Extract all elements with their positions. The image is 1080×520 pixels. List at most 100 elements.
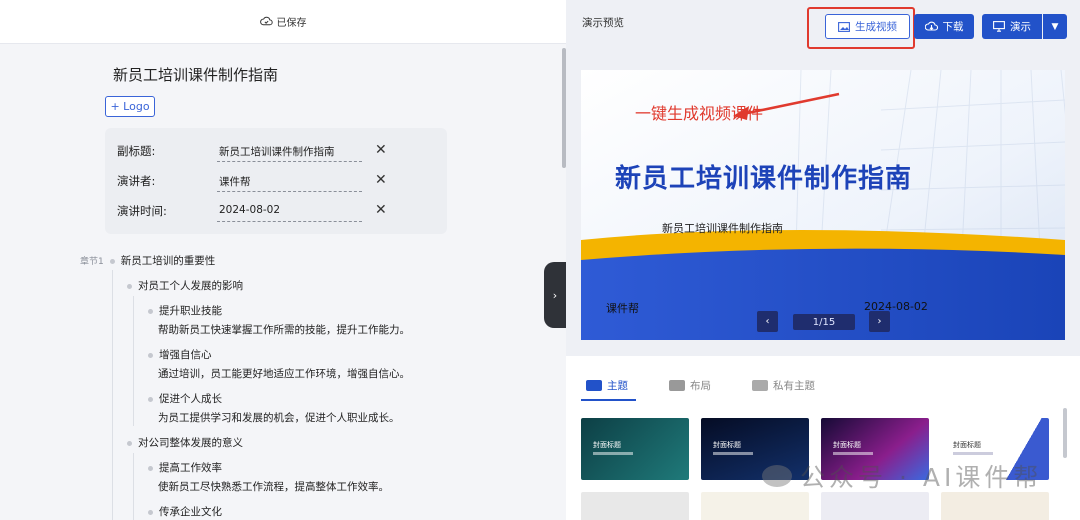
point-desc[interactable]: 使新员工尽快熟悉工作流程，提高整体工作效率。	[158, 479, 389, 494]
thumbnail-bar	[833, 452, 873, 455]
bullet-icon	[148, 352, 153, 358]
subtitle-label: 副标题:	[117, 144, 156, 158]
theme-scrollbar[interactable]	[1063, 408, 1067, 458]
image-icon	[838, 21, 850, 32]
next-slide-button[interactable]: ›	[869, 311, 890, 332]
tab-theme[interactable]: 主题	[586, 378, 628, 393]
point-item[interactable]: 提高工作效率	[148, 460, 222, 475]
chapter-label: 章节1	[80, 257, 104, 267]
tree-line	[112, 270, 113, 520]
add-logo-button[interactable]: + Logo	[105, 96, 155, 117]
presenter-field[interactable]: 课件帮	[217, 170, 362, 192]
arrow-icon	[733, 92, 840, 120]
point-desc[interactable]: 帮助新员工快速掌握工作所需的技能，提升工作能力。	[158, 322, 410, 337]
presentation-icon	[993, 21, 1005, 32]
active-tab-indicator	[581, 399, 636, 401]
thumbnail-bar	[953, 452, 993, 455]
cloud-download-icon	[924, 21, 938, 31]
point-item[interactable]: 促进个人成长	[148, 391, 222, 406]
private-theme-icon	[752, 380, 768, 391]
theme-thumbnail[interactable]	[581, 492, 689, 520]
collapse-panel-button[interactable]: ›	[544, 262, 566, 328]
point-title: 促进个人成长	[159, 393, 222, 405]
bullet-icon	[109, 258, 115, 264]
thumbnail-title: 封面标题	[833, 441, 861, 449]
slide-presenter: 课件帮	[606, 302, 639, 315]
slide-preview[interactable]: 一键生成视频课件 新员工培训课件制作指南 新员工培训课件制作指南 课件帮 202…	[581, 70, 1065, 340]
point-title: 传承企业文化	[159, 506, 222, 518]
tab-layout[interactable]: 布局	[669, 378, 711, 393]
chapter-title: 新员工培训的重要性	[120, 255, 216, 267]
preview-header: 演示预览 生成视频 下载 演示 ▼	[566, 0, 1080, 52]
slide-title: 新员工培训课件制作指南	[615, 164, 913, 194]
point-item[interactable]: 提升职业技能	[148, 303, 222, 318]
bullet-icon	[148, 396, 153, 402]
editor-panel: 已保存 新员工培训课件制作指南 + Logo 副标题: 新员工培训课件制作指南 …	[0, 0, 566, 520]
theme-thumbnail[interactable]	[821, 492, 929, 520]
thumbnail-bar	[713, 452, 753, 455]
point-desc[interactable]: 为员工提供学习和发展的机会，促进个人职业成长。	[158, 410, 400, 425]
watermark-text: 公众号 · AI课件帮	[800, 463, 1043, 492]
tree-line	[133, 296, 134, 426]
present-label: 演示	[1010, 21, 1031, 33]
tab-theme-label: 主题	[607, 380, 628, 392]
save-status-text: 已保存	[276, 18, 307, 29]
tab-private-theme-label: 私有主题	[773, 380, 815, 392]
bullet-icon	[148, 308, 153, 314]
section-title: 对公司整体发展的意义	[138, 437, 243, 449]
bullet-icon	[127, 283, 132, 289]
date-field[interactable]: 2024-08-02	[217, 200, 362, 222]
chevron-down-icon[interactable]: ▼	[1043, 14, 1067, 39]
point-title: 提升职业技能	[159, 305, 222, 317]
theme-thumbnail[interactable]	[701, 492, 809, 520]
tree-line	[133, 453, 134, 520]
chapter-item[interactable]: 章节1 新员工培训的重要性	[80, 253, 215, 268]
point-title: 提高工作效率	[159, 462, 222, 474]
date-label: 演讲时间:	[117, 204, 167, 218]
section-item[interactable]: 对员工个人发展的影响	[127, 278, 243, 293]
theme-icon	[586, 380, 602, 391]
wechat-icon	[762, 465, 792, 487]
close-icon[interactable]: ✕	[375, 202, 387, 218]
bullet-icon	[127, 440, 132, 446]
download-label: 下载	[942, 21, 964, 33]
generate-video-button[interactable]: 生成视频	[825, 14, 910, 39]
theme-thumbnail[interactable]	[941, 492, 1049, 520]
tab-private-theme[interactable]: 私有主题	[752, 378, 815, 393]
close-icon[interactable]: ✕	[375, 142, 387, 158]
date-row: 演讲时间: 2024-08-02 ✕	[117, 200, 437, 222]
section-item[interactable]: 对公司整体发展的意义	[127, 435, 243, 450]
thumbnail-title: 封面标题	[713, 441, 741, 449]
prev-slide-button[interactable]: ‹	[757, 311, 778, 332]
watermark: 公众号 · AI课件帮	[762, 458, 1042, 494]
generate-video-label: 生成视频	[855, 21, 897, 33]
present-button[interactable]: 演示	[982, 14, 1042, 39]
presenter-label: 演讲者:	[117, 174, 156, 188]
theme-thumbnail[interactable]: 封面标题	[581, 418, 689, 480]
tab-layout-label: 布局	[690, 380, 711, 392]
meta-box: 副标题: 新员工培训课件制作指南 ✕ 演讲者: 课件帮 ✕ 演讲时间: 2024…	[105, 128, 447, 234]
doc-title[interactable]: 新员工培训课件制作指南	[113, 64, 278, 85]
save-status-bar: 已保存	[0, 0, 566, 44]
layout-icon	[669, 380, 685, 391]
thumbnail-title: 封面标题	[593, 441, 621, 449]
preview-title: 演示预览	[582, 17, 624, 29]
cloud-check-icon	[259, 16, 273, 26]
point-title: 增强自信心	[159, 349, 212, 361]
thumbnail-bar	[593, 452, 633, 455]
section-title: 对员工个人发展的影响	[138, 280, 243, 292]
point-item[interactable]: 增强自信心	[148, 347, 212, 362]
bullet-icon	[148, 465, 153, 471]
point-item[interactable]: 传承企业文化	[148, 504, 222, 519]
point-desc[interactable]: 通过培训，员工能更好地适应工作环境，增强自信心。	[158, 366, 410, 381]
theme-panel: 主题 布局 私有主题 封面标题 封面标题 封面标题 封面标题 公众号 · AI课…	[566, 356, 1080, 520]
slide-subtitle: 新员工培训课件制作指南	[662, 222, 783, 235]
bullet-icon	[148, 509, 153, 515]
thumbnail-title: 封面标题	[953, 441, 981, 449]
close-icon[interactable]: ✕	[375, 172, 387, 188]
subtitle-row: 副标题: 新员工培训课件制作指南 ✕	[117, 140, 437, 162]
presenter-row: 演讲者: 课件帮 ✕	[117, 170, 437, 192]
preview-panel: 演示预览 生成视频 下载 演示 ▼ 一键生成视频课件 新员工培训课件制作指南 新…	[566, 0, 1080, 520]
download-button[interactable]: 下载	[914, 14, 974, 39]
subtitle-field[interactable]: 新员工培训课件制作指南	[217, 140, 362, 162]
